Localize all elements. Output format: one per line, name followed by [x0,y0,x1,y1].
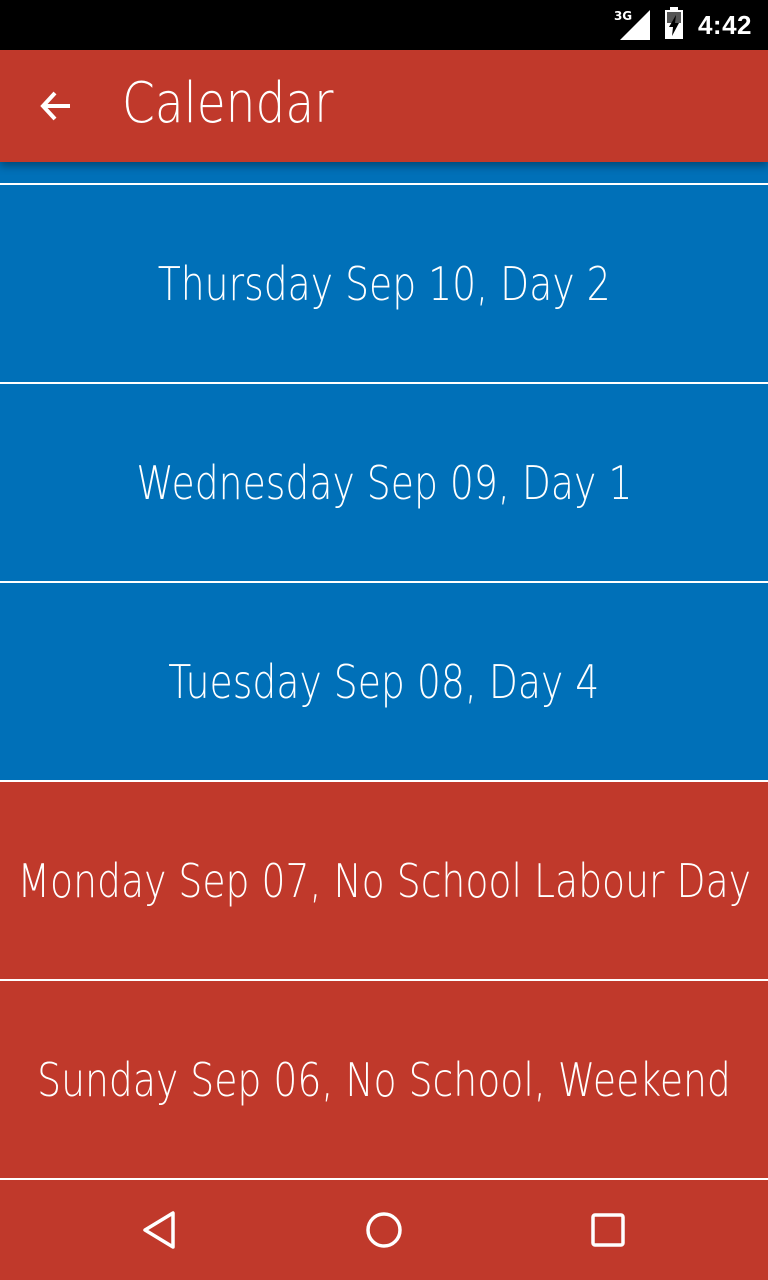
arrow-back-icon [40,91,70,121]
list-item-day[interactable]: Wednesday Sep 09, Day 1 [0,384,768,581]
day-label: Wednesday Sep 09, Day 1 [136,455,632,510]
partial-list-item [0,162,768,183]
back-button[interactable] [28,78,84,134]
status-icons: 3G 4:42 [614,0,752,50]
screen: 3G 4:42 Calendar Thursday Sep 10, Day 2 … [0,0,768,1280]
nav-back-button[interactable] [132,1202,188,1258]
system-nav-bar [0,1180,768,1280]
cell-signal-icon: 3G [614,10,650,40]
nav-home-button[interactable] [356,1202,412,1258]
home-circle-icon [366,1212,402,1248]
nav-recents-button[interactable] [580,1202,636,1258]
day-label: Monday Sep 07, No School Labour Day [17,853,751,908]
list-item-day[interactable]: Tuesday Sep 08, Day 4 [0,583,768,780]
back-triangle-icon [143,1211,175,1249]
list-item-day[interactable]: Sunday Sep 06, No School, Weekend [0,981,768,1178]
page-title: Calendar [122,71,334,136]
list-item-day[interactable]: Thursday Sep 10, Day 2 [0,185,768,382]
app-bar: Calendar [0,50,768,162]
status-bar: 3G 4:42 [0,0,768,50]
day-label: Thursday Sep 10, Day 2 [157,256,611,311]
battery-charging-icon [664,7,684,43]
clock: 4:42 [697,9,752,40]
day-label: Sunday Sep 06, No School, Weekend [37,1052,731,1107]
day-label: Tuesday Sep 08, Day 4 [168,654,600,709]
recents-square-icon [591,1213,625,1247]
calendar-day-list[interactable]: Thursday Sep 10, Day 2 Wednesday Sep 09,… [0,162,768,1180]
list-item-day[interactable]: Monday Sep 07, No School Labour Day [0,782,768,979]
